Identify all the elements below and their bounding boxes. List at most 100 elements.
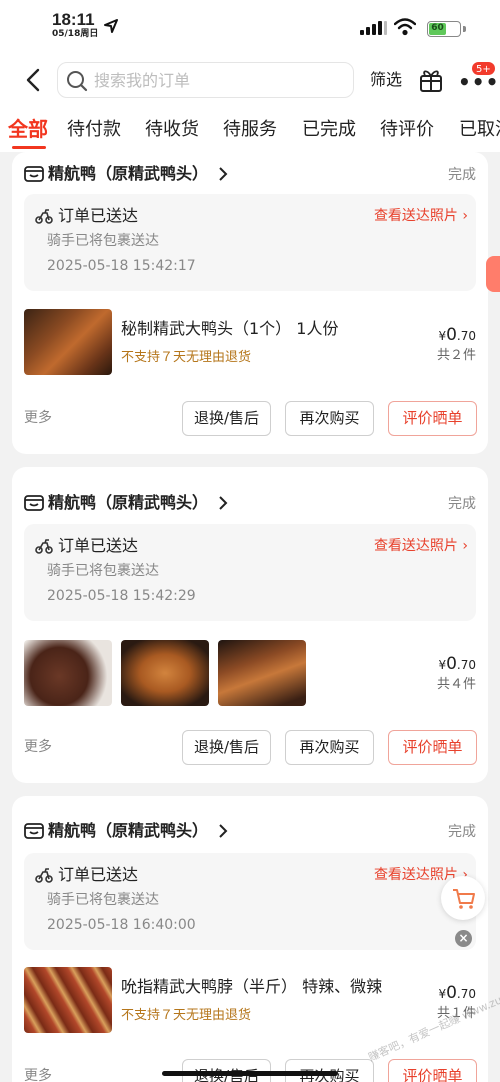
header: 筛选 ••• 5+ [0,50,500,110]
more-badge: 5+ [471,61,496,76]
search-box[interactable] [57,62,354,98]
shop-row[interactable]: 精航鸭（原精武鸭头） 完成 [24,162,476,186]
order-price: ¥0.70 [438,324,476,347]
shop-row[interactable]: 精航鸭（原精武鸭头） 完成 [24,819,476,843]
delivery-time: 2025-05-18 15:42:17 [47,258,196,274]
price-decimal: .70 [456,987,476,1001]
price-decimal: .70 [456,329,476,343]
filter-button[interactable]: 筛选 [370,69,402,91]
product-name[interactable]: 吮指精武大鸭脖（半斤） 特辣、微辣 [121,976,382,998]
view-delivery-photo-link[interactable]: 查看送达照片 › [374,536,468,556]
chevron-right-icon: › [462,538,468,554]
order-status: 完成 [448,824,476,840]
rebuy-button[interactable]: 再次购买 [285,730,374,765]
more-link[interactable]: 更多 [24,408,52,428]
view-delivery-photo-label: 查看送达照片 [373,538,458,554]
chevron-right-icon: › [462,208,468,224]
back-button[interactable] [22,67,46,93]
tab-all[interactable]: 全部 [8,116,48,142]
delivery-scooter-icon [35,868,53,883]
item-count: 共２件 [436,348,476,363]
tab-pending-payment[interactable]: 待付款 [67,117,121,143]
status-date: 05/18周日 [52,29,99,39]
tab-underline [12,146,46,149]
return-service-button[interactable]: 退换/售后 [182,730,271,765]
shop-icon [24,495,44,511]
delivery-info[interactable]: 订单已送达 查看送达照片 › 骑手已将包裹送达 2025-05-18 15:42… [24,194,476,291]
price-integer: 0 [446,654,457,674]
order-tabs: 全部 待付款 待收货 待服务 已完成 待评价 已取消 [0,110,500,152]
product-thumbnail[interactable] [218,640,306,706]
status-time: 18:11 [52,10,95,29]
product-name[interactable]: 秘制精武大鸭头（1个） 1人份 [121,318,338,340]
item-count: 共４件 [436,677,476,692]
delivery-time: 2025-05-18 15:42:29 [47,588,196,604]
order-price: ¥0.70 [438,653,476,676]
more-link[interactable]: 更多 [24,1066,52,1082]
delivery-subtitle: 骑手已将包裹送达 [47,892,159,908]
delivery-subtitle: 骑手已将包裹送达 [47,233,159,249]
tab-pending-review[interactable]: 待评价 [380,117,434,143]
view-delivery-photo-link[interactable]: 查看送达照片 › [374,206,468,226]
product-thumbnail[interactable] [24,967,112,1033]
status-bar: 18:11 05/18周日 60 [0,0,500,50]
price-integer: 0 [446,325,457,345]
return-service-button[interactable]: 退换/售后 [182,401,271,436]
delivery-subtitle: 骑手已将包裹送达 [47,563,159,579]
shop-name[interactable]: 精航鸭（原精武鸭头） [48,820,208,842]
chevron-right-icon [219,496,228,510]
shop-icon [24,823,44,839]
order-card[interactable]: 精航鸭（原精武鸭头） 完成 订单已送达 查看送达照片 › 骑手已将包裹送达 20… [12,467,488,783]
close-icon[interactable]: × [455,930,472,947]
order-status: 完成 [448,167,476,183]
more-button[interactable]: ••• 5+ [454,61,498,93]
order-card[interactable]: 精航鸭（原精武鸭头） 完成 订单已送达 查看送达照片 › 骑手已将包裹送达 20… [12,152,488,454]
delivery-time: 2025-05-18 16:40:00 [47,917,196,933]
price-decimal: .70 [456,658,476,672]
shop-name[interactable]: 精航鸭（原精武鸭头） [48,163,208,185]
shop-row[interactable]: 精航鸭（原精武鸭头） 完成 [24,491,476,515]
location-arrow-icon [104,19,118,33]
gift-icon[interactable] [418,67,444,93]
review-button[interactable]: 评价晒单 [388,1059,477,1082]
delivery-title: 订单已送达 [58,206,139,225]
view-delivery-photo-label: 查看送达照片 [373,208,458,224]
shop-name[interactable]: 精航鸭（原精武鸭头） [48,492,208,514]
cart-icon [453,889,475,909]
review-button[interactable]: 评价晒单 [388,730,477,765]
tab-pending-service[interactable]: 待服务 [223,117,277,143]
price-currency: ¥ [438,329,447,343]
delivery-scooter-icon [35,539,53,554]
review-button[interactable]: 评价晒单 [388,401,477,436]
order-status: 完成 [448,496,476,512]
tab-completed[interactable]: 已完成 [302,117,356,143]
shop-icon [24,166,44,182]
delivery-title: 订单已送达 [58,865,139,884]
cart-float-button[interactable] [441,876,485,920]
order-price: ¥0.70 [438,982,476,1005]
more-dots-icon: ••• [458,70,500,94]
product-thumbnail[interactable] [24,640,112,706]
delivery-info[interactable]: 订单已送达 查看送达照片 › 骑手已将包裹送达 2025-05-18 16:40… [24,853,476,950]
product-thumbnail[interactable] [121,640,209,706]
price-integer: 0 [446,983,457,1003]
delivery-scooter-icon [35,209,53,224]
tab-cancelled[interactable]: 已取消 [459,117,500,143]
product-return-note: 不支持７天无理由退货 [121,1008,252,1023]
more-link[interactable]: 更多 [24,737,52,757]
product-thumbnail[interactable] [24,309,112,375]
rebuy-button[interactable]: 再次购买 [285,401,374,436]
home-indicator[interactable] [162,1071,338,1076]
chevron-right-icon [219,167,228,181]
delivery-info[interactable]: 订单已送达 查看送达照片 › 骑手已将包裹送达 2025-05-18 15:42… [24,524,476,621]
chevron-right-icon [219,824,228,838]
side-float-tab[interactable] [486,256,500,292]
battery-icon: 60 [427,21,461,37]
tab-pending-receipt[interactable]: 待收货 [145,117,199,143]
price-currency: ¥ [438,987,447,1001]
signal-icon [360,21,388,35]
price-currency: ¥ [438,658,447,672]
product-return-note: 不支持７天无理由退货 [121,350,252,365]
search-input[interactable] [94,63,344,97]
wifi-icon [394,18,416,36]
